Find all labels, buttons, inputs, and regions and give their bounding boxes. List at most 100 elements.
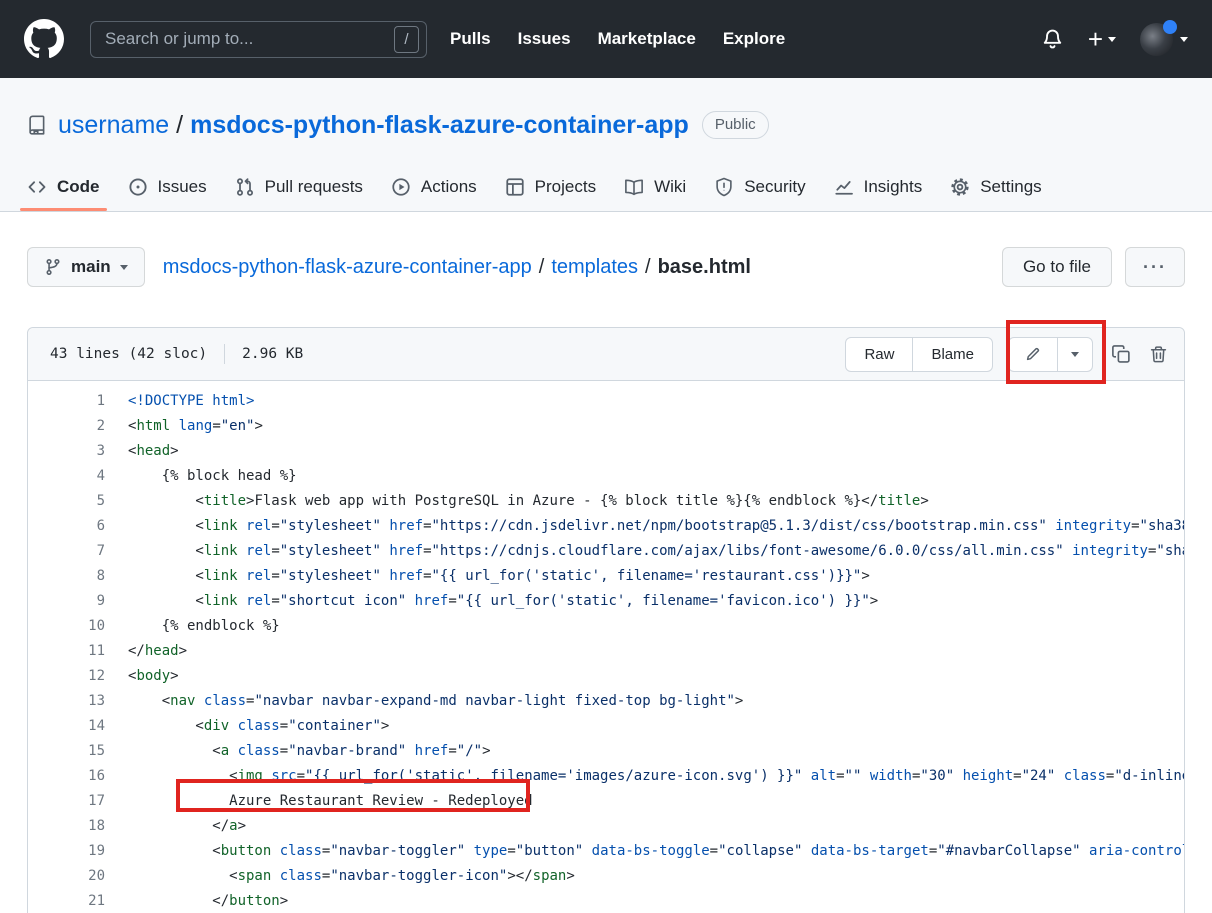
create-new-button[interactable]: +	[1088, 26, 1116, 52]
line-number[interactable]: 5	[28, 489, 105, 514]
line-number[interactable]: 8	[28, 564, 105, 589]
nav-pulls[interactable]: Pulls	[450, 29, 491, 49]
book-icon	[624, 177, 644, 197]
code-line-text: <button class="navbar-toggler" type="but…	[105, 839, 1184, 864]
user-menu-button[interactable]	[1140, 23, 1188, 56]
breadcrumb: msdocs-python-flask-azure-container-app …	[163, 256, 751, 279]
code-line: 5 <title>Flask web app with PostgreSQL i…	[28, 489, 1184, 514]
avatar	[1140, 23, 1173, 56]
blame-button[interactable]: Blame	[912, 338, 992, 371]
repo-owner-link[interactable]: username	[58, 111, 169, 140]
line-number[interactable]: 10	[28, 614, 105, 639]
line-number[interactable]: 16	[28, 764, 105, 789]
line-number[interactable]: 17	[28, 789, 105, 814]
code-line-text: <link rel="stylesheet" href="{{ url_for(…	[105, 564, 870, 589]
header-nav: Pulls Issues Marketplace Explore	[450, 29, 785, 49]
line-number[interactable]: 21	[28, 889, 105, 913]
line-number[interactable]: 2	[28, 414, 105, 439]
line-number[interactable]: 18	[28, 814, 105, 839]
code-line: 18 </a>	[28, 814, 1184, 839]
breadcrumb-repo-link[interactable]: msdocs-python-flask-azure-container-app	[163, 256, 532, 279]
code-line: 11</head>	[28, 639, 1184, 664]
line-number[interactable]: 19	[28, 839, 105, 864]
divider	[224, 344, 225, 364]
line-number[interactable]: 11	[28, 639, 105, 664]
code-line-text: <head>	[105, 439, 179, 464]
code-line: 1<!DOCTYPE html>	[28, 389, 1184, 414]
repo-title-slash: /	[176, 111, 183, 140]
line-number[interactable]: 6	[28, 514, 105, 539]
tab-insights[interactable]: Insights	[820, 162, 937, 211]
line-number[interactable]: 7	[28, 539, 105, 564]
search-placeholder: Search or jump to...	[105, 29, 394, 49]
nav-explore[interactable]: Explore	[723, 29, 785, 49]
play-circle-icon	[391, 177, 411, 197]
code-line-text: <body>	[105, 664, 179, 689]
line-number[interactable]: 3	[28, 439, 105, 464]
code-line: 17 Azure Restaurant Review - Redeployed	[28, 789, 1184, 814]
tab-code[interactable]: Code	[13, 162, 114, 211]
chevron-down-icon	[1180, 37, 1188, 42]
edit-dropdown-button[interactable]	[1057, 338, 1092, 371]
tab-settings[interactable]: Settings	[936, 162, 1055, 211]
code-line: 21 </button>	[28, 889, 1184, 913]
github-logo[interactable]	[24, 19, 64, 59]
line-number[interactable]: 1	[28, 389, 105, 414]
tab-security[interactable]: Security	[700, 162, 819, 211]
code-line: 10 {% endblock %}	[28, 614, 1184, 639]
kebab-menu-button[interactable]: ···	[1125, 247, 1185, 287]
code-line-text: </head>	[105, 639, 187, 664]
tab-projects[interactable]: Projects	[491, 162, 610, 211]
gear-icon	[950, 177, 970, 197]
line-number[interactable]: 20	[28, 864, 105, 889]
tab-wiki[interactable]: Wiki	[610, 162, 700, 211]
code-line-text: <!DOCTYPE html>	[105, 389, 254, 414]
chevron-down-icon	[120, 265, 128, 270]
line-number[interactable]: 9	[28, 589, 105, 614]
line-number[interactable]: 14	[28, 714, 105, 739]
code-line-text: <img src="{{ url_for('static', filename=…	[105, 764, 1184, 789]
code-line-text: <link rel="stylesheet" href="https://cdn…	[105, 539, 1184, 564]
code-line-text: <div class="container">	[105, 714, 389, 739]
repo-tab-bar: Code Issues Pull requests Actions Projec…	[0, 162, 1212, 211]
global-header: Search or jump to... / Pulls Issues Mark…	[0, 0, 1212, 78]
edit-file-button[interactable]	[1009, 338, 1057, 371]
breadcrumb-folder-link[interactable]: templates	[551, 256, 638, 279]
nav-issues[interactable]: Issues	[518, 29, 571, 49]
tab-actions[interactable]: Actions	[377, 162, 491, 211]
search-input[interactable]: Search or jump to... /	[90, 21, 427, 58]
code-line: 7 <link rel="stylesheet" href="https://c…	[28, 539, 1184, 564]
chevron-down-icon	[1108, 37, 1116, 42]
main-content: main msdocs-python-flask-azure-container…	[0, 212, 1212, 913]
kebab-icon: ···	[1143, 257, 1167, 278]
code-line-text: <link rel="stylesheet" href="https://cdn…	[105, 514, 1184, 539]
branch-selector-button[interactable]: main	[27, 247, 145, 287]
trash-icon	[1149, 345, 1168, 364]
nav-marketplace[interactable]: Marketplace	[598, 29, 696, 49]
raw-button[interactable]: Raw	[846, 338, 912, 371]
code-line: 4 {% block head %}	[28, 464, 1184, 489]
git-pull-request-icon	[235, 177, 255, 197]
notifications-bell-icon[interactable]	[1041, 28, 1064, 51]
chevron-down-icon	[1071, 352, 1079, 357]
copy-file-button[interactable]	[1111, 344, 1131, 364]
raw-blame-group: Raw Blame	[845, 337, 993, 372]
repo-name-link[interactable]: msdocs-python-flask-azure-container-app	[190, 111, 689, 140]
tab-issues[interactable]: Issues	[114, 162, 221, 211]
code-line: 16 <img src="{{ url_for('static', filena…	[28, 764, 1184, 789]
slash-shortcut-key: /	[394, 26, 419, 53]
code-view: 1<!DOCTYPE html>2<html lang="en">3<head>…	[28, 381, 1184, 913]
code-line: 19 <button class="navbar-toggler" type="…	[28, 839, 1184, 864]
line-number[interactable]: 4	[28, 464, 105, 489]
repo-header: username / msdocs-python-flask-azure-con…	[0, 78, 1212, 212]
file-size: 2.96 KB	[242, 346, 303, 362]
code-line-text: </a>	[105, 814, 246, 839]
tab-pull-requests[interactable]: Pull requests	[221, 162, 377, 211]
line-number[interactable]: 15	[28, 739, 105, 764]
delete-file-button[interactable]	[1149, 345, 1168, 364]
line-number[interactable]: 13	[28, 689, 105, 714]
code-line-text: <html lang="en">	[105, 414, 263, 439]
code-line: 14 <div class="container">	[28, 714, 1184, 739]
line-number[interactable]: 12	[28, 664, 105, 689]
go-to-file-button[interactable]: Go to file	[1002, 247, 1112, 287]
